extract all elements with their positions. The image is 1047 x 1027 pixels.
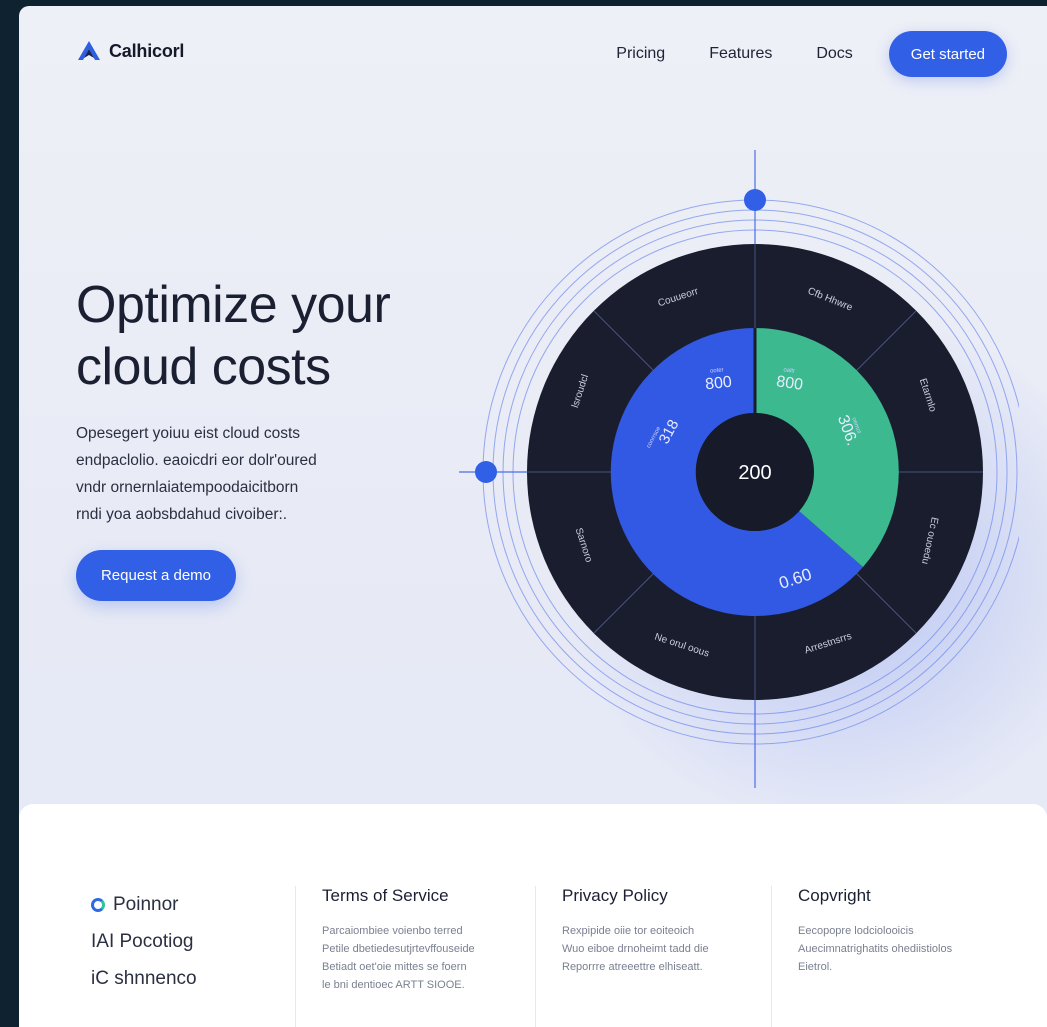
- footer-text-line: Reporrre atreeettre elhiseatt.: [562, 961, 703, 973]
- footer-text-line: Wuo eiboe drnoheimt tadd die: [562, 943, 709, 955]
- hero-title-line: Optimize your: [76, 276, 391, 334]
- footer-text-line: Parcaiombiee voienbo terred: [322, 925, 463, 937]
- ring-logo-icon: [91, 897, 105, 912]
- footer-text-line: Eecopopre lodciolooicis: [798, 925, 914, 937]
- radial-chart-svg: 200 Couueorr Cfb Hhwre Etarmlo Ec ouoedu…: [459, 150, 1019, 788]
- footer-brand-item[interactable]: Poinnor: [91, 886, 197, 923]
- footer-column-title[interactable]: Privacy Policy: [562, 886, 709, 906]
- footer-brand-label: IAI Pocotiog: [91, 930, 194, 952]
- logo-mark-icon: [78, 41, 100, 60]
- hero-subtitle-line: Opesegert yoiuu eist cloud costs: [76, 425, 301, 442]
- nav-features-link[interactable]: Features: [709, 45, 772, 63]
- hero-title: Optimize your cloud costs: [76, 274, 391, 398]
- footer-text-line: Rexpipide oiie tor eoiteoich: [562, 925, 695, 937]
- footer-text-line: Petile dbetiedesutjrtevffouseide: [322, 943, 475, 955]
- footer-text-line: Auecimnatrighatits ohediistiolos: [798, 943, 953, 955]
- footer-column-title[interactable]: Copvright: [798, 886, 952, 906]
- footer-column-text: Eecopopre lodciolooicis Auecimnatrighati…: [798, 922, 952, 976]
- hero-subtitle-line: endpaclolio. eaoicdri eor dolr'oured: [76, 452, 317, 469]
- footer-brand-list: Poinnor IAI Pocotiog iC shnnenco: [91, 886, 197, 997]
- nav-pricing-link[interactable]: Pricing: [616, 45, 665, 63]
- left-axis-dot: [475, 461, 497, 483]
- center-value: 200: [738, 462, 771, 484]
- brand-name: Calhicorl: [109, 40, 185, 61]
- footer-column-terms: Terms of Service Parcaiombiee voienbo te…: [295, 886, 475, 1027]
- footer-text-line: le bni dentioec ARTT SIOOE.: [322, 979, 465, 991]
- hero-title-line: cloud costs: [76, 338, 331, 396]
- hero-subtitle: Opesegert yoiuu eist cloud costs endpacl…: [76, 420, 376, 528]
- footer-brand-label: Poinnor: [113, 893, 179, 915]
- footer-column-title[interactable]: Terms of Service: [322, 886, 475, 906]
- request-demo-button[interactable]: Request a demo: [76, 550, 236, 601]
- footer-column-text: Parcaiombiee voienbo terred Petile dbeti…: [322, 922, 475, 994]
- footer-brand-item[interactable]: iC shnnenco: [91, 960, 197, 997]
- landing-page: Calhicorl Pricing Features Docs Get star…: [19, 6, 1047, 1027]
- footer: Poinnor IAI Pocotiog iC shnnenco Terms o…: [19, 804, 1047, 1027]
- footer-text-line: Betiadt oet'oie mittes se foern: [322, 961, 467, 973]
- cost-radial-chart: 200 Couueorr Cfb Hhwre Etarmlo Ec ouoedu…: [399, 136, 1019, 796]
- footer-text-line: Eietrol.: [798, 961, 833, 973]
- hero-subtitle-line: rndi yoa aobsbdahud civoiber:.: [76, 506, 288, 523]
- hero-subtitle-line: vndr ornernlaiatempoodaicitborn: [76, 479, 299, 496]
- top-nav: Pricing Features Docs Get started: [616, 31, 1007, 77]
- brand-logo[interactable]: Calhicorl: [77, 40, 184, 62]
- nav-docs-link[interactable]: Docs: [816, 45, 852, 63]
- footer-column-copyright: Copvright Eecopopre lodciolooicis Auecim…: [771, 886, 952, 1027]
- footer-brand-label: iC shnnenco: [91, 967, 197, 989]
- segment-value-label: 800: [704, 374, 732, 394]
- get-started-button[interactable]: Get started: [888, 31, 1007, 77]
- footer-column-privacy: Privacy Policy Rexpipide oiie tor eoiteo…: [535, 886, 709, 1027]
- footer-brand-item[interactable]: IAI Pocotiog: [91, 923, 197, 960]
- footer-column-text: Rexpipide oiie tor eoiteoich Wuo eiboe d…: [562, 922, 709, 976]
- top-axis-dot: [744, 189, 766, 211]
